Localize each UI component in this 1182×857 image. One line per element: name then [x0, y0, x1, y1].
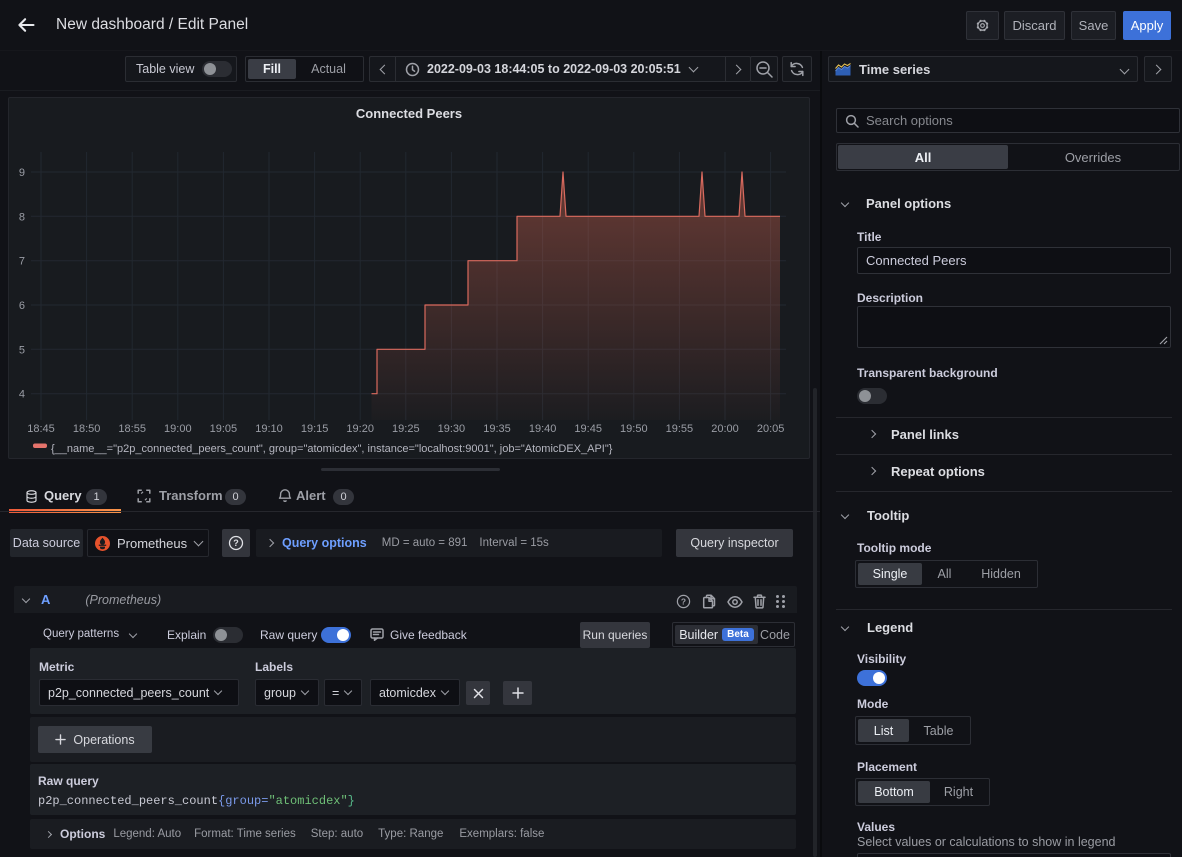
svg-text:19:05: 19:05: [210, 423, 238, 435]
svg-text:20:05: 20:05: [757, 423, 785, 435]
svg-text:19:45: 19:45: [574, 423, 602, 435]
svg-text:19:20: 19:20: [346, 423, 374, 435]
svg-text:19:15: 19:15: [301, 423, 329, 435]
svg-text:19:30: 19:30: [438, 423, 466, 435]
svg-text:{__name__="p2p_connected_peers: {__name__="p2p_connected_peers_count", g…: [51, 443, 613, 455]
svg-text:?: ?: [233, 538, 239, 548]
svg-text:5: 5: [19, 344, 25, 356]
svg-text:18:45: 18:45: [27, 423, 55, 435]
svg-text:19:25: 19:25: [392, 423, 420, 435]
svg-text:19:00: 19:00: [164, 423, 192, 435]
svg-text:18:50: 18:50: [73, 423, 101, 435]
svg-text:19:10: 19:10: [255, 423, 283, 435]
svg-text:8: 8: [19, 211, 25, 223]
svg-text:19:35: 19:35: [483, 423, 511, 435]
svg-text:19:50: 19:50: [620, 423, 648, 435]
svg-text:7: 7: [19, 256, 25, 268]
svg-text:19:55: 19:55: [666, 423, 694, 435]
svg-text:18:55: 18:55: [118, 423, 146, 435]
svg-text:20:00: 20:00: [711, 423, 739, 435]
svg-text:19:40: 19:40: [529, 423, 557, 435]
svg-text:?: ?: [681, 597, 686, 607]
svg-text:Connected Peers: Connected Peers: [356, 106, 462, 121]
svg-text:6: 6: [19, 300, 25, 312]
svg-text:4: 4: [19, 389, 25, 401]
svg-text:9: 9: [19, 167, 25, 179]
